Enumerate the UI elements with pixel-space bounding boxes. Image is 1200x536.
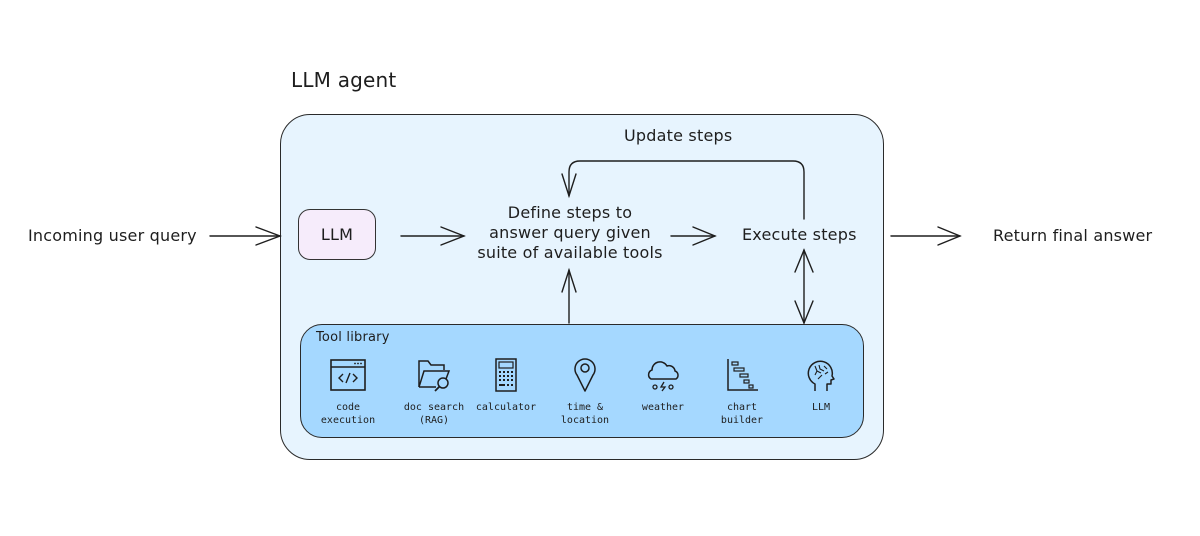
arrow-agent-to-output — [890, 226, 962, 246]
arrow-update-steps-loop — [561, 160, 805, 220]
arrow-llm-to-plan — [400, 226, 466, 246]
connector-layer — [209, 160, 962, 325]
arrow-toollib-to-plan — [561, 267, 577, 324]
arrow-plan-to-execute — [670, 226, 717, 246]
arrow-execute-toollib-bidirectional — [794, 248, 814, 325]
arrow-input-to-agent — [209, 226, 282, 246]
